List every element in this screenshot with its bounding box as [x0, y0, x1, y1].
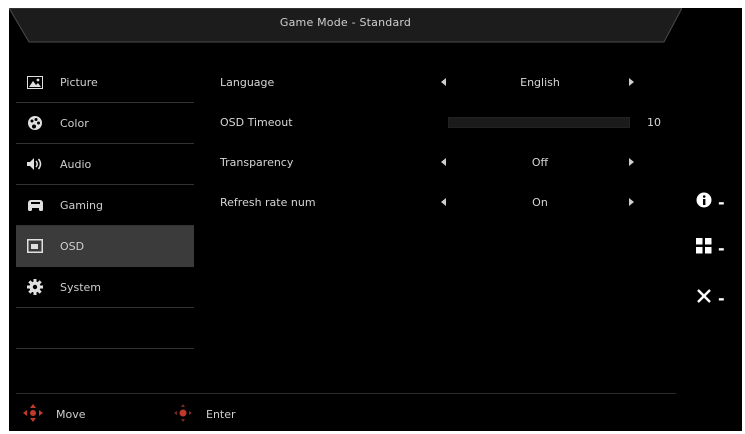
joystick-move-icon — [22, 403, 44, 426]
enter-label: Enter — [206, 407, 236, 421]
menu-key-label: - — [718, 238, 725, 258]
arrow-right-icon[interactable] — [629, 78, 634, 86]
sidebar-item-color[interactable]: Color — [16, 103, 194, 144]
sidebar-item-label: Picture — [60, 75, 98, 89]
sidebar-item-picture[interactable]: Picture — [16, 62, 194, 103]
osd-icon — [26, 238, 44, 254]
sidebar-item-system[interactable]: System — [16, 267, 194, 308]
arrow-left-icon[interactable] — [441, 198, 446, 206]
sidebar-empty-slot — [16, 308, 194, 349]
menu-grid-icon — [696, 238, 712, 258]
sidebar-item-label: Color — [60, 116, 89, 130]
sidebar-item-audio[interactable]: Audio — [16, 144, 194, 185]
arrow-right-icon[interactable] — [629, 198, 634, 206]
sidebar-item-label: Audio — [60, 157, 92, 171]
gear-icon — [26, 279, 44, 295]
footer-hints: Move Enter — [22, 403, 422, 426]
transparency-label: Transparency — [220, 156, 294, 169]
transparency-value: Off — [531, 156, 549, 169]
side-button-strip: - - - — [682, 8, 742, 431]
info-key[interactable]: - — [696, 192, 736, 212]
footer-divider — [16, 393, 676, 394]
osd-menu: Game Mode - Standard Picture Color Audio… — [9, 8, 682, 431]
sidebar-item-label: OSD — [60, 239, 85, 253]
gamepad-icon — [26, 197, 44, 213]
enter-hint: Enter — [172, 403, 236, 426]
sidebar-item-label: Gaming — [60, 198, 103, 212]
setting-row-language[interactable]: Language English — [220, 64, 670, 104]
close-key-label: - — [718, 288, 725, 308]
menu-title: Game Mode - Standard — [279, 16, 412, 29]
refresh-rate-num-label: Refresh rate num — [220, 196, 316, 209]
picture-icon — [26, 74, 44, 90]
sidebar-item-label: System — [60, 280, 102, 294]
sidebar-item-osd[interactable]: OSD — [16, 226, 194, 267]
header-bar: Game Mode - Standard — [9, 8, 682, 46]
sidebar-item-gaming[interactable]: Gaming — [16, 185, 194, 226]
osd-timeout-label: OSD Timeout — [220, 116, 293, 129]
move-hint: Move — [22, 403, 86, 426]
language-label: Language — [220, 76, 275, 89]
setting-row-refresh-rate-num[interactable]: Refresh rate num On — [220, 184, 670, 224]
move-label: Move — [56, 407, 86, 421]
sidebar: Picture Color Audio Gaming OSD System — [16, 62, 194, 349]
arrow-right-icon[interactable] — [629, 158, 634, 166]
close-icon — [696, 288, 712, 308]
info-icon — [696, 192, 712, 212]
setting-row-transparency[interactable]: Transparency Off — [220, 144, 670, 184]
refresh-rate-num-value: On — [532, 196, 548, 209]
arrow-left-icon[interactable] — [441, 158, 446, 166]
info-key-label: - — [718, 192, 725, 212]
osd-timeout-slider[interactable] — [448, 117, 630, 128]
osd-timeout-value: 10 — [647, 116, 661, 129]
palette-icon — [26, 115, 44, 131]
arrow-left-icon[interactable] — [441, 78, 446, 86]
menu-key[interactable]: - — [696, 238, 736, 258]
close-key[interactable]: - — [696, 288, 736, 308]
language-value: English — [520, 76, 560, 89]
speaker-icon — [26, 156, 44, 172]
joystick-enter-icon — [172, 403, 194, 426]
settings-panel: Language English OSD Timeout 10 Transpar… — [220, 64, 670, 224]
setting-row-osd-timeout[interactable]: OSD Timeout 10 — [220, 104, 670, 144]
